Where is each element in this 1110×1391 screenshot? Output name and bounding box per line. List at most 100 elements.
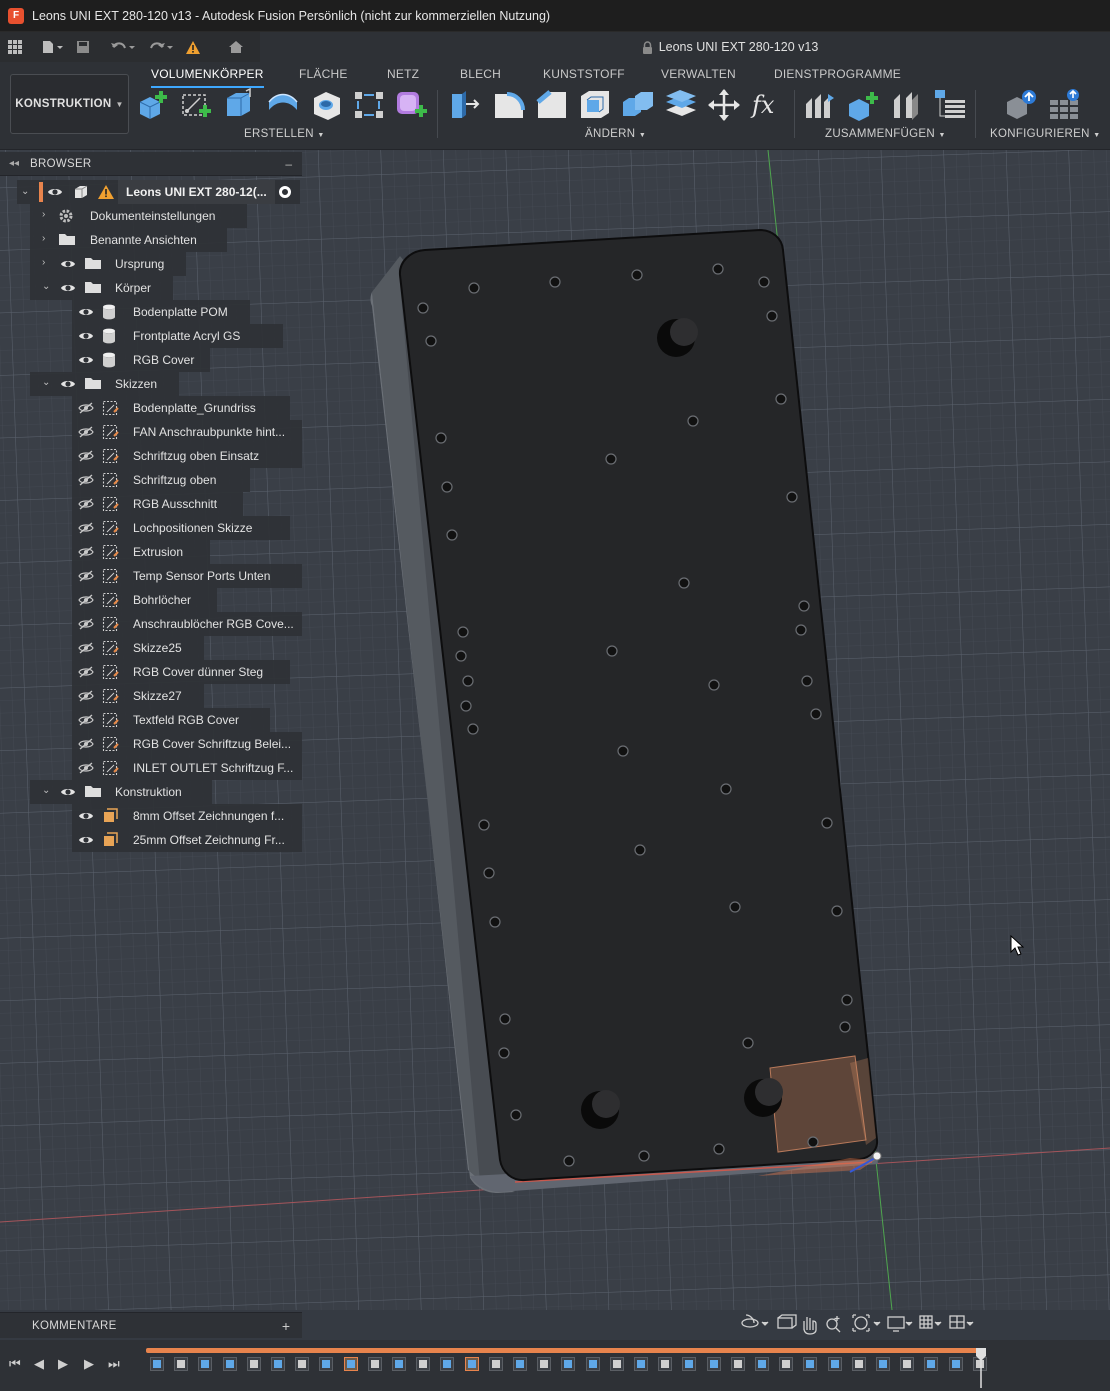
timeline-feature[interactable] [440,1357,455,1371]
extrude-icon[interactable] [222,88,256,122]
timeline-feature[interactable] [488,1357,503,1371]
timeline-feature[interactable] [948,1357,963,1371]
pan-hand-icon[interactable] [803,1317,817,1335]
shell-icon[interactable] [578,88,612,122]
visibility-hidden-icon[interactable] [78,714,94,729]
browser-item-skizze27[interactable]: Skizze27 [72,684,204,708]
timeline-feature[interactable] [924,1357,939,1371]
visibility-hidden-icon[interactable] [78,618,94,633]
save-icon[interactable] [76,40,90,54]
timeline-feature[interactable] [513,1357,527,1371]
visibility-eye-icon[interactable] [78,810,94,825]
visibility-hidden-icon[interactable] [78,690,94,705]
revolve-icon[interactable] [266,88,300,122]
timeline-feature[interactable] [198,1357,213,1371]
browser-item-benannte-ansichten[interactable]: › Benannte Ansichten [30,228,227,252]
browser-item-schriftzug-oben-einsatz[interactable]: Schriftzug oben Einsatz [72,444,302,468]
visibility-eye-icon[interactable] [78,354,94,369]
timeline-feature[interactable] [779,1357,794,1371]
chevron-down-icon[interactable]: ⌄ [42,786,52,796]
chevron-down-icon[interactable]: ⌄ [42,282,52,292]
chevron-right-icon[interactable]: › [42,258,52,268]
timeline-feature[interactable] [803,1357,818,1371]
browser-item-konstruktion[interactable]: ⌄ Konstruktion [30,780,213,804]
fillet-icon[interactable] [492,88,526,122]
go-to-start-icon[interactable]: ⏮ [9,1356,21,1372]
timeline-feature[interactable] [343,1357,358,1371]
drive-joints-icon[interactable] [933,88,967,122]
visibility-eye-icon[interactable] [78,306,94,321]
visibility-hidden-icon[interactable] [78,474,94,489]
timeline-feature[interactable] [150,1357,164,1371]
as-built-joint-icon[interactable] [890,88,924,122]
visibility-hidden-icon[interactable] [78,594,94,609]
chamfer-icon[interactable] [535,88,569,122]
timeline-feature[interactable] [319,1357,334,1371]
document-tab[interactable]: Leons UNI EXT 280-120 v13 [260,32,1110,62]
visibility-eye-icon[interactable] [60,282,76,297]
timeline-feature[interactable] [392,1357,406,1371]
zoom-icon[interactable] [826,1316,841,1333]
visibility-eye-icon[interactable] [78,834,94,849]
browser-item-25mm-offset-zeichnung-fr[interactable]: 25mm Offset Zeichnung Fr... [72,828,302,852]
browser-item-anschraublöcher-rgb-cove[interactable]: Anschraublöcher RGB Cove... [72,612,302,636]
browser-item-temp-sensor-ports-unten[interactable]: Temp Sensor Ports Unten [72,564,302,588]
browser-item-dokumenteinstellungen[interactable]: › Dokumenteinstellungen [30,204,247,228]
browser-item-lochpositionen-skizze[interactable]: Lochpositionen Skizze [72,516,290,540]
browser-item-skizze25[interactable]: Skizze25 [72,636,204,660]
create-sketch-icon[interactable] [180,88,214,122]
timeline-feature[interactable] [416,1357,431,1371]
timeline-feature[interactable] [851,1357,866,1371]
combine-icon[interactable] [621,88,655,122]
chevron-down-icon[interactable]: ⌄ [21,187,31,197]
timeline-feature[interactable] [464,1357,479,1371]
create-form-icon[interactable] [395,88,429,122]
redo-icon[interactable] [148,40,174,54]
browser-item-inlet-outlet-schriftzug-f[interactable]: INLET OUTLET Schriftzug F... [72,756,302,780]
minimize-icon[interactable]: – [285,157,292,171]
visibility-hidden-icon[interactable] [78,738,94,753]
step-forward-icon[interactable]: ▶ [84,1356,94,1372]
new-component-icon[interactable] [136,88,170,122]
configure-icon[interactable] [1004,88,1038,122]
tab-volumenkoerper[interactable]: VOLUMENKÖRPER [151,62,264,88]
timeline-feature[interactable] [876,1357,890,1371]
timeline-feature[interactable] [706,1357,721,1371]
parameters-icon[interactable]: fx [750,88,784,122]
viewports-icon[interactable] [949,1315,974,1329]
browser-item-rgb-cover-schriftzug-belei[interactable]: RGB Cover Schriftzug Belei... [72,732,302,756]
move-icon[interactable] [707,88,741,122]
visibility-hidden-icon[interactable] [78,666,94,681]
timeline-feature[interactable] [658,1357,673,1371]
joint-icon[interactable] [804,88,838,122]
group-erstellen[interactable]: ERSTELLEN ▼ [244,128,325,140]
visibility-eye-icon[interactable] [78,330,94,345]
browser-item-ursprung[interactable]: › Ursprung [30,252,186,276]
timeline-feature[interactable] [174,1357,189,1371]
visibility-hidden-icon[interactable] [78,522,94,537]
timeline-feature[interactable] [755,1357,769,1371]
tab-netz[interactable]: NETZ [387,62,419,86]
fit-icon[interactable] [852,1314,881,1332]
timeline-feature[interactable] [900,1357,915,1371]
add-comment-button[interactable]: + [282,1318,290,1334]
tab-dienstprogramme[interactable]: DIENSTPROGRAMME [774,62,901,86]
timeline-feature[interactable] [222,1357,237,1371]
pattern-icon[interactable] [352,88,386,122]
tab-kunststoff[interactable]: KUNSTSTOFF [543,62,625,86]
timeline-marker[interactable] [975,1348,987,1388]
browser-item-frontplatte-acryl-gs[interactable]: Frontplatte Acryl GS [72,324,283,348]
collapse-left-icon[interactable]: ◂◂ [9,158,19,169]
look-at-icon[interactable] [777,1314,797,1329]
browser-item-rgb-cover-dünner-steg[interactable]: RGB Cover dünner Steg [72,660,290,684]
browser-item-extrusion[interactable]: Extrusion [72,540,211,564]
visibility-hidden-icon[interactable] [78,546,94,561]
play-icon[interactable]: ▶ [58,1356,68,1372]
display-settings-icon[interactable] [887,1316,913,1332]
tab-verwalten[interactable]: VERWALTEN [661,62,736,86]
timeline-feature[interactable] [561,1357,576,1371]
press-pull-icon[interactable] [448,88,482,122]
browser-root-row[interactable]: ⌄ Leons UNI EXT 280-12(... [17,180,300,204]
app-grid-icon[interactable] [8,40,22,54]
comments-panel[interactable]: KOMMENTARE + [0,1312,302,1338]
